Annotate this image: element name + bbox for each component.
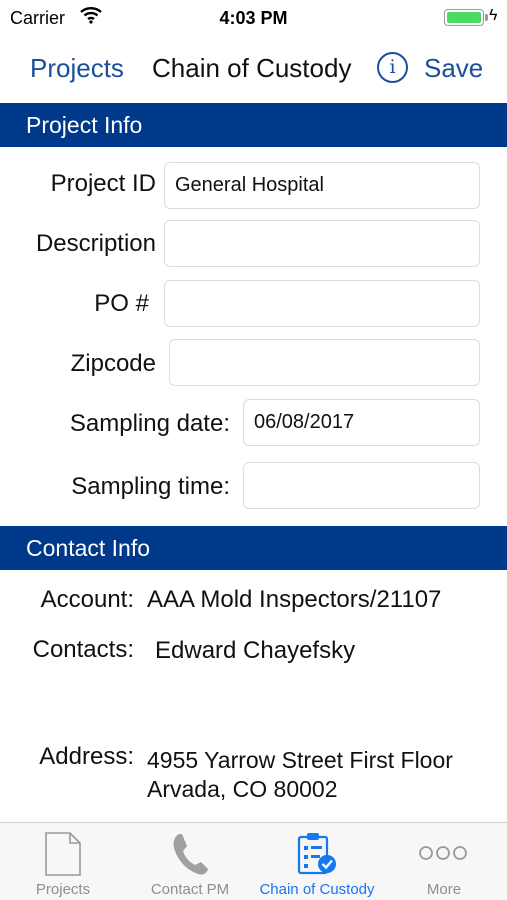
address-value: 4955 Yarrow Street First Floor Arvada, C… bbox=[147, 746, 453, 804]
info-icon[interactable]: i bbox=[377, 52, 408, 83]
tab-chain-of-custody[interactable]: Chain of Custody bbox=[254, 823, 380, 900]
page-title: Chain of Custody bbox=[152, 53, 352, 83]
tab-label: More bbox=[426, 881, 462, 898]
sampling-date-label: Sampling date: bbox=[69, 410, 230, 437]
project-id-label: Project ID bbox=[50, 170, 156, 197]
tab-more[interactable]: More bbox=[381, 823, 507, 900]
zipcode-field[interactable] bbox=[169, 339, 480, 386]
charging-icon: ϟ bbox=[489, 7, 498, 24]
description-field[interactable] bbox=[164, 220, 480, 267]
tab-bar: Projects Contact PM Chain of Custody Mor… bbox=[0, 822, 507, 900]
sampling-date-field[interactable] bbox=[243, 399, 480, 446]
navigation-bar: Projects Chain of Custody i Save bbox=[0, 36, 507, 102]
contacts-label: Contacts: bbox=[32, 636, 134, 663]
save-button[interactable]: Save bbox=[424, 53, 483, 84]
clock: 4:03 PM bbox=[219, 8, 288, 28]
document-icon bbox=[45, 832, 81, 876]
contacts-value[interactable]: Edward Chayefsky bbox=[155, 637, 355, 665]
account-value: AAA Mold Inspectors/21107 bbox=[147, 586, 442, 613]
project-id-field[interactable] bbox=[164, 162, 480, 209]
project-info-header: Project Info bbox=[0, 103, 507, 147]
account-label: Account: bbox=[40, 586, 134, 613]
tab-projects[interactable]: Projects bbox=[0, 823, 126, 900]
tab-label: Chain of Custody bbox=[259, 881, 375, 898]
battery-cap bbox=[485, 14, 488, 21]
status-bar: Carrier 4:03 PM ϟ bbox=[0, 0, 507, 36]
battery-icon bbox=[444, 9, 484, 26]
description-label: Description bbox=[35, 230, 156, 257]
po-number-label: PO # bbox=[94, 290, 149, 317]
address-line-1: 4955 Yarrow Street First Floor bbox=[147, 747, 453, 773]
tab-label: Projects bbox=[35, 881, 91, 898]
address-line-2: Arvada, CO 80002 bbox=[147, 776, 338, 802]
contact-info-header: Contact Info bbox=[0, 526, 507, 570]
back-button[interactable]: Projects bbox=[30, 53, 124, 84]
po-number-field[interactable] bbox=[164, 280, 480, 327]
sampling-time-field[interactable] bbox=[243, 462, 480, 509]
clipboard-check-icon bbox=[297, 833, 336, 875]
tab-label: Contact PM bbox=[150, 881, 230, 898]
address-label: Address: bbox=[39, 743, 134, 770]
section-title: Project Info bbox=[26, 112, 143, 138]
more-icon bbox=[419, 846, 467, 860]
phone-icon bbox=[173, 834, 208, 875]
tab-contact-pm[interactable]: Contact PM bbox=[127, 823, 253, 900]
section-title: Contact Info bbox=[26, 535, 151, 561]
sampling-time-label: Sampling time: bbox=[71, 473, 230, 500]
zipcode-label: Zipcode bbox=[70, 350, 156, 377]
